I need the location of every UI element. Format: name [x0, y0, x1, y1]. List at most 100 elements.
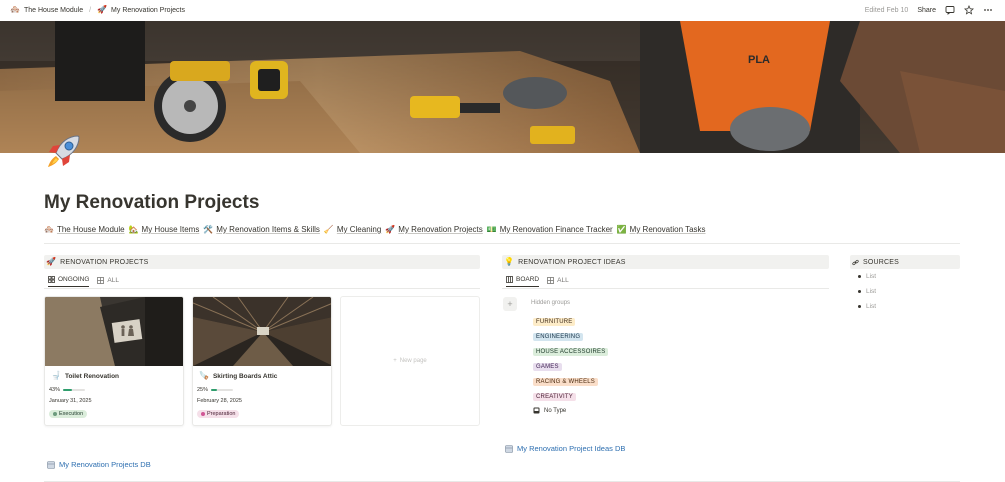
divider [44, 288, 480, 289]
link-house-module[interactable]: 🏘️ The House Module [44, 225, 125, 234]
link-cleaning[interactable]: 🧹 My Cleaning [324, 225, 381, 234]
status-dot [201, 412, 205, 416]
list-item[interactable]: List [858, 273, 876, 280]
status-label: Preparation [207, 411, 236, 417]
comment-icon[interactable] [945, 5, 955, 15]
group-tag-creativity[interactable]: CREATIVITY [533, 393, 576, 401]
money-icon: 💵 [486, 224, 497, 234]
table-icon [547, 276, 555, 284]
projects-view-tabs: ONGOING ALL [48, 276, 119, 287]
progress-bar-fill [63, 389, 73, 391]
more-options-icon[interactable] [983, 5, 993, 15]
toilet-icon: 🚽 [51, 371, 61, 380]
status-dot [53, 412, 57, 416]
bullet-icon [858, 275, 861, 278]
list-item[interactable]: List [858, 288, 876, 295]
link-house-items[interactable]: 🏡 My House Items [129, 225, 200, 234]
renovation-projects-heading: 🚀 RENOVATION PROJECTS [44, 255, 480, 269]
breadcrumb-label: The House Module [23, 6, 84, 14]
card-cover-image [193, 297, 331, 366]
tab-all[interactable]: ALL [547, 276, 569, 287]
card-cover-image [45, 297, 183, 366]
house-garden-icon: 🏡 [128, 224, 139, 234]
tools-icon: 🛠️ [203, 224, 214, 234]
share-button[interactable]: Share [917, 7, 936, 14]
link-label: My Renovation Finance Tracker [499, 225, 613, 234]
project-card-toilet-renovation[interactable]: 🚽 Toilet Renovation 43% January 31, 2025… [44, 296, 184, 426]
link-label: My Renovation Tasks [629, 225, 706, 234]
link-label: The House Module [56, 225, 125, 234]
status-badge: Execution [49, 410, 88, 418]
bullet-icon [858, 290, 861, 293]
link-label: My Renovation Items & Skills [216, 225, 320, 234]
favorite-star-icon[interactable] [964, 5, 974, 15]
tab-label: ALL [107, 276, 119, 284]
board-icon [506, 276, 513, 283]
link-renovation-tasks[interactable]: ✅ My Renovation Tasks [617, 225, 706, 234]
tab-ongoing[interactable]: ONGOING [48, 276, 90, 287]
tab-all[interactable]: ALL [97, 276, 119, 287]
progress-percent: 43% [49, 387, 61, 393]
tab-label: ALL [557, 276, 569, 284]
link-renovation-projects[interactable]: 🚀 My Renovation Projects [385, 225, 482, 234]
card-progress: 25% [197, 387, 234, 393]
divider [44, 243, 960, 244]
card-title-label: Toilet Renovation [64, 372, 120, 380]
project-card-skirting-boards-attic[interactable]: 🪚 Skirting Boards Attic 25% February 28,… [192, 296, 332, 426]
group-tag-house-accessoires[interactable]: HOUSE ACCESSOIRES [533, 348, 609, 356]
card-date: January 31, 2025 [49, 398, 92, 404]
group-tag-games[interactable]: GAMES [533, 363, 562, 371]
database-icon [47, 460, 55, 469]
section-heading-label: RENOVATION PROJECTS [60, 258, 149, 266]
add-group-button[interactable]: + [503, 297, 517, 311]
breadcrumb-separator: / [89, 6, 92, 14]
progress-bar [211, 389, 234, 391]
list-item-label: List [866, 303, 877, 310]
renovation-projects-db-link[interactable]: My Renovation Projects DB [47, 460, 151, 469]
checkmark-icon: ✅ [616, 224, 627, 234]
tab-label: BOARD [516, 276, 540, 283]
breadcrumb: 🏘️ The House Module / 🚀 My Renovation Pr… [10, 6, 185, 14]
link-icon [852, 259, 859, 265]
link-label: My Renovation Projects [398, 225, 483, 234]
group-tag-furniture[interactable]: FURNITURE [533, 318, 576, 326]
renovation-project-ideas-heading: 💡 RENOVATION PROJECT IDEAS [502, 255, 829, 269]
svg-text:PLA: PLA [748, 54, 770, 66]
renovation-project-ideas-db-link[interactable]: My Renovation Project Ideas DB [505, 444, 625, 453]
status-badge: Preparation [197, 410, 240, 418]
database-icon [505, 444, 513, 453]
group-no-type[interactable]: No Type [533, 407, 566, 414]
lightbulb-icon: 💡 [504, 257, 515, 266]
inbox-icon [533, 407, 540, 414]
hidden-groups-label[interactable]: Hidden groups [531, 300, 570, 306]
tab-label: ONGOING [58, 276, 90, 283]
breadcrumb-label: My Renovation Projects [111, 6, 185, 14]
db-link-label: My Renovation Project Ideas DB [517, 444, 626, 453]
progress-bar-fill [211, 389, 217, 391]
breadcrumb-item-house-module[interactable]: 🏘️ The House Module [10, 6, 83, 14]
house-icon: 🏘️ [10, 5, 20, 14]
ideas-view-tabs: BOARD ALL [506, 276, 569, 287]
card-title: 🪚 Skirting Boards Attic [199, 372, 277, 380]
plus-icon: + [507, 299, 513, 309]
group-tag-engineering[interactable]: ENGINEERING [533, 333, 584, 341]
link-label: My Cleaning [336, 225, 382, 234]
list-item[interactable]: List [858, 303, 876, 310]
rocket-icon[interactable] [44, 131, 84, 171]
card-date: February 28, 2025 [197, 398, 242, 404]
page-link-bar: 🏘️ The House Module 🏡 My House Items 🛠️ My … [44, 225, 706, 234]
new-page-button[interactable]: + New page [340, 296, 480, 426]
sources-heading: SOURCES [850, 255, 960, 269]
rocket-icon: 🚀 [385, 224, 396, 234]
link-renovation-finance-tracker[interactable]: 💵 My Renovation Finance Tracker [487, 225, 613, 234]
breadcrumb-item-renovation-projects[interactable]: 🚀 My Renovation Projects [97, 6, 185, 14]
progress-percent: 25% [197, 387, 209, 393]
list-item-label: List [866, 273, 877, 280]
page-title[interactable]: My Renovation Projects [44, 192, 259, 214]
card-title: 🚽 Toilet Renovation [51, 372, 119, 380]
link-renovation-items-skills[interactable]: 🛠️ My Renovation Items & Skills [203, 225, 320, 234]
edited-timestamp: Edited Feb 10 [864, 6, 909, 14]
table-icon [97, 276, 105, 284]
tab-board[interactable]: BOARD [506, 276, 540, 287]
group-tag-racing-wheels[interactable]: RACING & WHEELS [533, 378, 599, 386]
